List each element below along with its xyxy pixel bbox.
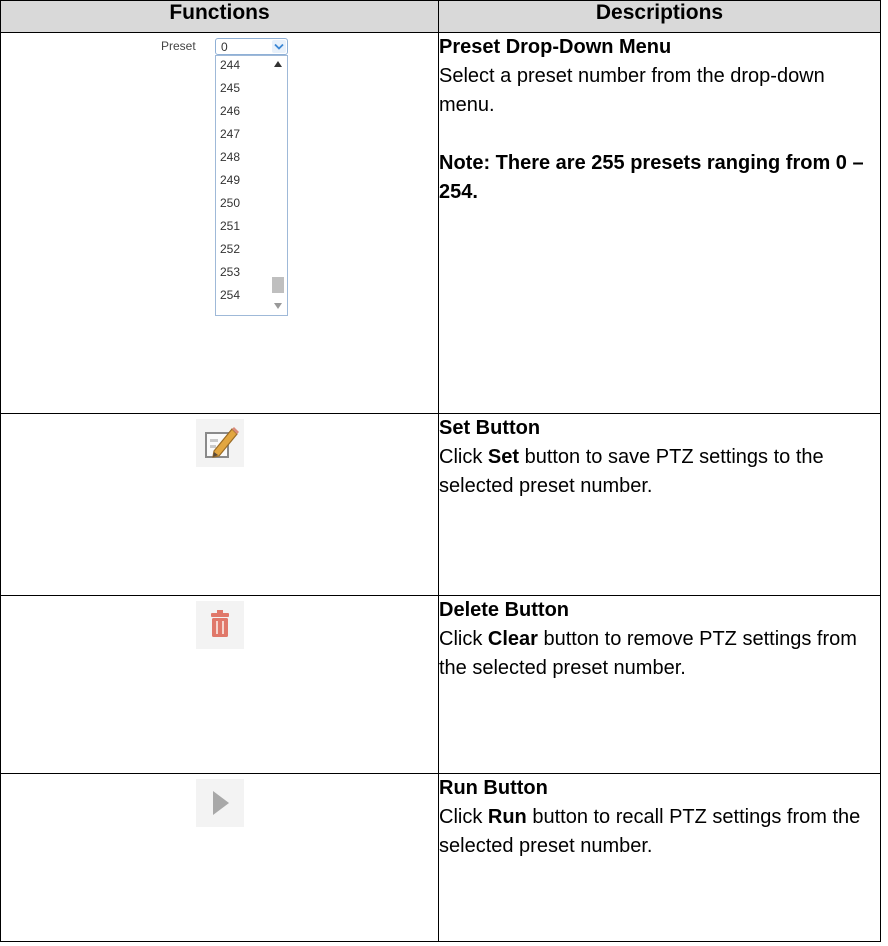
list-item[interactable]: 252 [220,242,240,256]
run-text-pre: Click [439,806,488,828]
preset-select[interactable]: 0 [215,38,288,55]
preset-description-cell: Preset Drop-Down Menu Select a preset nu… [438,32,881,414]
scroll-down-arrow-icon[interactable] [274,303,282,309]
list-item[interactable]: 247 [220,127,240,141]
list-item[interactable]: 254 [220,288,240,302]
functions-table: Functions Descriptions Preset 0 244 245 … [0,0,881,942]
list-item[interactable]: 246 [220,104,240,118]
preset-options-list[interactable]: 244 245 246 247 248 249 250 251 252 253 … [215,55,288,316]
table-row: Set Button Click Set button to save PTZ … [0,413,881,596]
preset-function-cell: Preset 0 244 245 246 247 248 249 250 251 [0,32,439,414]
preset-selected-value: 0 [221,40,228,54]
table-header-row: Functions Descriptions [0,0,881,33]
play-icon[interactable] [195,779,244,827]
run-text-bold: Run [487,806,527,828]
trash-icon[interactable] [195,601,244,649]
set-text-pre: Click [439,446,488,468]
delete-text-bold: Clear [487,628,538,650]
scrollbar[interactable] [269,56,287,315]
set-function-cell [0,413,439,596]
chevron-down-icon[interactable] [272,40,286,53]
delete-text-pre: Click [439,628,488,650]
preset-title: Preset Drop-Down Menu [439,36,672,58]
set-title: Set Button [439,417,541,439]
scroll-thumb[interactable] [272,277,284,293]
list-item[interactable]: 244 [220,58,240,72]
table-row: Preset 0 244 245 246 247 248 249 250 251 [0,32,881,414]
run-title: Run Button [439,777,548,799]
set-text-bold: Set [487,446,520,468]
preset-label: Preset [161,39,196,53]
set-description-cell: Set Button Click Set button to save PTZ … [438,413,881,596]
list-item[interactable]: 248 [220,150,240,164]
list-item[interactable]: 250 [220,196,240,210]
list-item[interactable]: 251 [220,219,240,233]
header-descriptions: Descriptions [438,0,881,33]
preset-note: Note: There are 255 presets ranging from… [439,152,864,203]
table-row: Run Button Click Run button to recall PT… [0,773,881,942]
delete-title: Delete Button [439,599,569,621]
list-item[interactable]: 249 [220,173,240,187]
pencil-edit-icon[interactable] [195,419,244,467]
run-description-cell: Run Button Click Run button to recall PT… [438,773,881,942]
list-item[interactable]: 253 [220,265,240,279]
run-function-cell [0,773,439,942]
scroll-up-arrow-icon[interactable] [274,61,282,67]
delete-description-cell: Delete Button Click Clear button to remo… [438,595,881,774]
list-item[interactable]: 245 [220,81,240,95]
header-functions: Functions [0,0,439,33]
delete-function-cell [0,595,439,774]
table-row: Delete Button Click Clear button to remo… [0,595,881,774]
preset-text: Select a preset number from the drop-dow… [439,65,825,116]
